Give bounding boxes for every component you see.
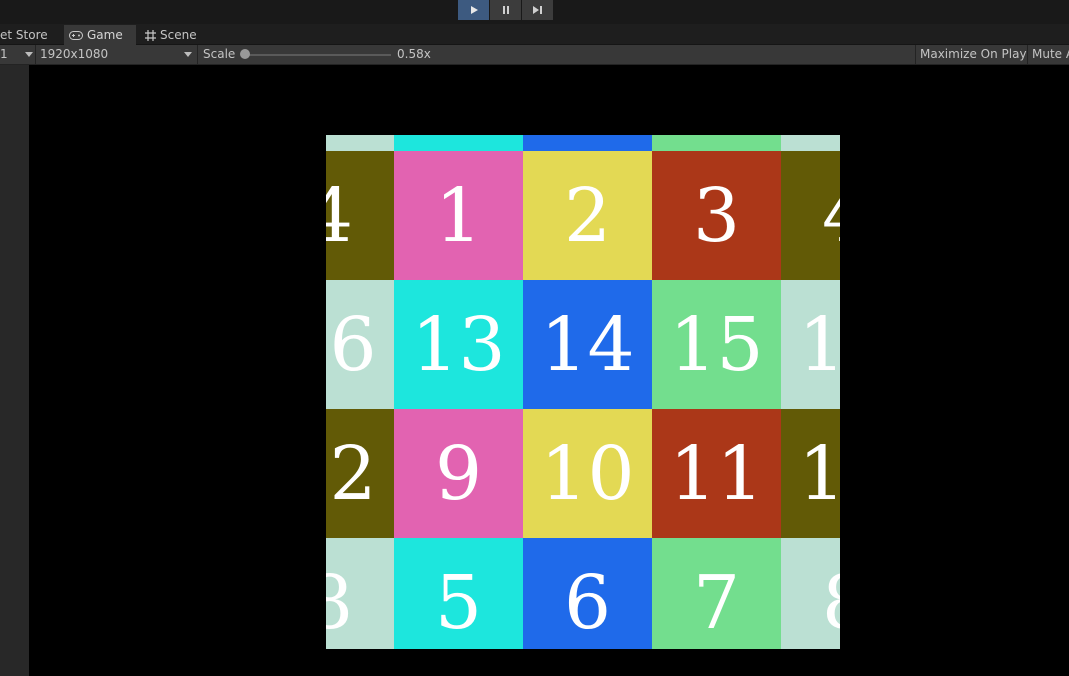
tile-number: 16 [798, 301, 840, 388]
tile-number: 12 [798, 430, 840, 517]
grid-tile: 7 [652, 538, 781, 649]
grid-tile: 5 [394, 538, 523, 649]
chevron-down-icon [184, 52, 192, 57]
maximize-on-play-toggle[interactable]: Maximize On Play [920, 45, 1027, 64]
grid-tile: 2 [523, 151, 652, 280]
tile-number: 3 [692, 172, 741, 259]
chevron-down-icon [25, 52, 33, 57]
resolution-dropdown[interactable]: 1920x1080 [40, 45, 195, 64]
tile-number: 11 [669, 430, 764, 517]
grid-tile [326, 135, 394, 151]
tab-scene-label: Scene [160, 28, 197, 42]
scale-value: 0.58x [397, 47, 431, 61]
tile-grid[interactable]: 41234161314151612910111285678 [326, 135, 840, 649]
tile-number: 2 [563, 172, 612, 259]
grid-tile: 14 [523, 280, 652, 409]
main-toolbar [0, 0, 1069, 24]
grid-tile [781, 135, 840, 151]
tile-number: 4 [822, 179, 840, 253]
tile-number: 13 [411, 301, 506, 388]
grid-tile: 13 [394, 280, 523, 409]
editor-tab-bar: et Store Game Scene [0, 24, 1069, 45]
tile-number: 7 [692, 559, 741, 646]
tile-number: 12 [326, 430, 377, 517]
play-icon [469, 5, 479, 15]
left-panel-edge [0, 65, 29, 676]
grid-tile: 8 [781, 538, 840, 649]
mute-audio-toggle[interactable]: Mute A [1032, 45, 1069, 64]
pause-icon [501, 5, 511, 15]
tab-scene[interactable]: Scene [140, 25, 210, 45]
tile-number: 6 [563, 559, 612, 646]
grid-tile: 9 [394, 409, 523, 538]
scale-slider-track[interactable] [243, 54, 391, 56]
grid-tile: 1 [394, 151, 523, 280]
tab-game-label: Game [87, 28, 123, 42]
grid-tile [652, 135, 781, 151]
tile-number: 4 [326, 172, 354, 259]
tile-number: 10 [540, 430, 635, 517]
step-icon [532, 5, 544, 15]
pause-button[interactable] [490, 0, 521, 20]
grid-tile: 11 [652, 409, 781, 538]
grid-tile: 3 [652, 151, 781, 280]
grid-icon [145, 29, 156, 41]
tab-game[interactable]: Game [64, 25, 136, 45]
resolution-value: 1920x1080 [40, 47, 109, 61]
divider [1027, 45, 1028, 64]
display-dropdown[interactable]: 1 [0, 45, 34, 64]
grid-tile [394, 135, 523, 151]
grid-tile: 8 [326, 538, 394, 649]
grid-tile: 16 [326, 280, 394, 409]
game-view-toolbar: 1 1920x1080 Scale 0.58x Maximize On Play… [0, 45, 1069, 65]
tile-number: 8 [822, 566, 840, 640]
grid-tile: 10 [523, 409, 652, 538]
tab-asset-store[interactable]: et Store [0, 25, 62, 45]
grid-tile [523, 135, 652, 151]
tile-number: 14 [540, 301, 635, 388]
tile-number: 1 [434, 172, 483, 259]
scale-slider-handle[interactable] [240, 49, 250, 59]
grid-tile: 15 [652, 280, 781, 409]
tile-number: 8 [326, 559, 354, 646]
scale-label: Scale [203, 47, 236, 61]
grid-tile: 4 [781, 151, 840, 280]
grid-tile: 6 [523, 538, 652, 649]
grid-tile: 16 [781, 280, 840, 409]
grid-tile: 12 [781, 409, 840, 538]
gamepad-icon [69, 30, 83, 40]
step-button[interactable] [522, 0, 553, 20]
divider [35, 45, 36, 64]
playmode-controls [458, 0, 554, 20]
tab-asset-store-label: et Store [0, 28, 48, 42]
tile-number: 9 [434, 430, 483, 517]
tile-number: 15 [669, 301, 764, 388]
divider [197, 45, 198, 64]
tile-number: 16 [326, 301, 377, 388]
grid-tile: 12 [326, 409, 394, 538]
display-value: 1 [0, 47, 8, 61]
play-button[interactable] [458, 0, 489, 20]
grid-tile: 4 [326, 151, 394, 280]
tile-number: 5 [434, 559, 483, 646]
divider [915, 45, 916, 64]
